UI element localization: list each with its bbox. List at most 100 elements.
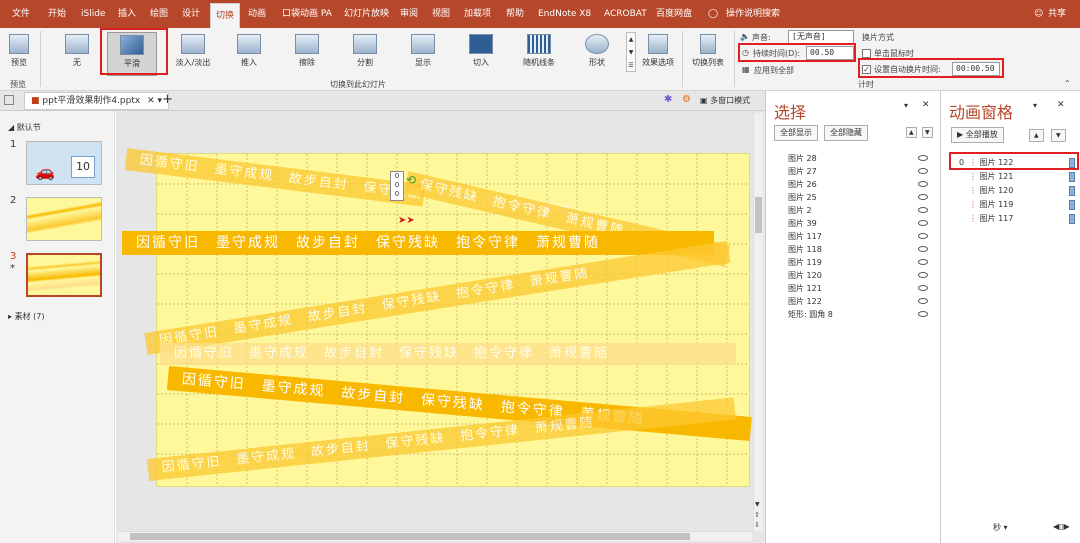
menu-insert[interactable]: 插入 xyxy=(118,0,136,28)
timeline-bar[interactable] xyxy=(1069,172,1075,182)
close-pane-icon[interactable]: ✕ xyxy=(1057,100,1065,110)
menu-draw[interactable]: 绘图 xyxy=(150,0,168,28)
gallery-scroll[interactable]: ▲ ▼ ☰ xyxy=(626,32,636,72)
move-up-icon[interactable]: ▲ xyxy=(1029,129,1044,142)
transition-fade[interactable]: 淡入/淡出 xyxy=(166,32,220,76)
menu-view[interactable]: 视图 xyxy=(432,0,450,28)
sound-select[interactable]: [无声音] xyxy=(788,30,854,44)
timeline-bar[interactable] xyxy=(1069,214,1075,224)
vertical-scrollbar[interactable]: ▼ ⇧ ⇩ xyxy=(753,113,763,531)
menu-help[interactable]: 帮助 xyxy=(506,0,524,28)
animation-markers[interactable]: 0 0 0 xyxy=(390,171,404,201)
scroll-thumb[interactable] xyxy=(755,197,762,233)
eye-icon[interactable] xyxy=(918,272,928,278)
transition-push[interactable]: 推入 xyxy=(224,32,274,76)
eye-icon[interactable] xyxy=(918,168,928,174)
eye-icon[interactable] xyxy=(918,233,928,239)
ribbon-band-3[interactable]: 因循守旧 墨守成规 故步自封 保守残缺 抱令守律 萧规曹随 xyxy=(122,231,714,255)
slide-thumbnail-1[interactable]: 🚗 10 xyxy=(26,141,102,185)
timeline-bar[interactable] xyxy=(1069,186,1075,196)
scroll-down-icon[interactable]: ▼ xyxy=(755,501,760,508)
play-all-button[interactable]: ▶ 全部播放 xyxy=(951,127,1004,143)
slide-thumbnail-2[interactable] xyxy=(26,197,102,241)
section-material[interactable]: ▸ 素材 (7) xyxy=(8,311,44,322)
menu-endnote[interactable]: EndNote X8 xyxy=(538,0,591,28)
transition-random-bars[interactable]: 随机线条 xyxy=(514,32,564,76)
hscroll-thumb[interactable] xyxy=(130,533,690,540)
menu-review[interactable]: 审阅 xyxy=(400,0,418,28)
hide-all-button[interactable]: 全部隐藏 xyxy=(824,125,868,141)
move-down-icon[interactable]: ▼ xyxy=(1051,129,1066,142)
pane-menu-icon[interactable]: ▾ xyxy=(1033,101,1037,110)
ribbon-band-5[interactable]: 因循守旧 墨守成规 故步自封 保守残缺 抱令守律 萧规曹随 xyxy=(160,343,736,365)
eye-icon[interactable] xyxy=(918,207,928,213)
selection-item[interactable]: 图片 122 xyxy=(788,296,928,308)
show-all-button[interactable]: 全部显示 xyxy=(774,125,818,141)
selection-item[interactable]: 图片 25 xyxy=(788,192,928,204)
transition-reveal[interactable]: 显示 xyxy=(398,32,448,76)
menu-islide[interactable]: iSlide xyxy=(81,0,105,28)
selection-item[interactable]: 图片 27 xyxy=(788,166,928,178)
pane-menu-icon[interactable]: ▾ xyxy=(904,101,908,110)
transition-none[interactable]: 无 xyxy=(52,32,102,76)
bring-forward-icon[interactable]: ▲ xyxy=(906,127,917,138)
apply-all-button[interactable]: 应用到全部 xyxy=(754,65,794,76)
horizontal-scrollbar[interactable] xyxy=(118,531,752,541)
share-button[interactable]: 共享 xyxy=(1048,0,1066,28)
menu-home[interactable]: 开始 xyxy=(48,0,66,28)
transition-wipe[interactable]: 擦除 xyxy=(282,32,332,76)
seconds-dropdown[interactable]: 秒 ▾ xyxy=(993,522,1008,533)
menu-baidu[interactable]: 百度网盘 xyxy=(656,0,692,28)
collapse-ribbon-icon[interactable]: ⌃ xyxy=(1064,79,1071,88)
menu-animations[interactable]: 动画 xyxy=(248,0,266,28)
zoom-timeline-icon[interactable]: ◀▯▶ xyxy=(1053,522,1070,531)
effect-options-button[interactable]: 效果选项 xyxy=(638,32,678,76)
eye-icon[interactable] xyxy=(918,220,928,226)
selection-item[interactable]: 图片 39 xyxy=(788,218,928,230)
gear-icon[interactable]: ⚙ xyxy=(682,94,691,105)
menu-design[interactable]: 设计 xyxy=(182,0,200,28)
menu-file[interactable]: 文件 xyxy=(12,0,30,28)
selection-item[interactable]: 图片 121 xyxy=(788,283,928,295)
eye-icon[interactable] xyxy=(918,298,928,304)
selection-item[interactable]: 图片 118 xyxy=(788,244,928,256)
transition-shape[interactable]: 形状 xyxy=(572,32,622,76)
selection-item[interactable]: 图片 2 xyxy=(788,205,928,217)
eye-icon[interactable] xyxy=(918,285,928,291)
eye-icon[interactable] xyxy=(918,259,928,265)
document-tab[interactable]: ■ ppt平滑效果制作4.pptx ✕ ▾ xyxy=(24,92,170,110)
slide-thumbnail-3[interactable] xyxy=(26,253,102,297)
selection-item[interactable]: 图片 28 xyxy=(788,153,928,165)
transition-cut[interactable]: 切入 xyxy=(456,32,506,76)
selection-item[interactable]: 图片 26 xyxy=(788,179,928,191)
close-pane-icon[interactable]: ✕ xyxy=(922,100,930,110)
selection-item[interactable]: 图片 119 xyxy=(788,257,928,269)
selection-item[interactable]: 图片 120 xyxy=(788,270,928,282)
menu-transitions[interactable]: 切换 xyxy=(210,3,241,28)
eye-icon[interactable] xyxy=(918,311,928,317)
selection-item[interactable]: 矩形: 圆角 8 xyxy=(788,309,928,321)
section-default[interactable]: ◢ 默认节 xyxy=(8,122,41,133)
transition-split[interactable]: 分割 xyxy=(340,32,390,76)
send-backward-icon[interactable]: ▼ xyxy=(922,127,933,138)
next-slide-icon[interactable]: ⇩ xyxy=(754,521,760,529)
menu-addins[interactable]: 加载项 xyxy=(464,0,491,28)
animation-item[interactable]: ⋮ 图片 117 xyxy=(969,213,1079,225)
eye-icon[interactable] xyxy=(918,155,928,161)
add-tab-icon[interactable]: + xyxy=(162,92,173,107)
selection-item[interactable]: 图片 117 xyxy=(788,231,928,243)
multi-window-button[interactable]: ▣ 多窗口模式 xyxy=(700,95,750,106)
close-tab-icon[interactable]: ✕ xyxy=(147,96,155,106)
search-tell-me[interactable]: 操作说明搜索 xyxy=(726,0,780,28)
animation-item[interactable]: ⋮ 图片 119 xyxy=(969,199,1079,211)
animation-item[interactable]: ⋮ 图片 121 xyxy=(969,171,1079,183)
eye-icon[interactable] xyxy=(918,194,928,200)
menu-acrobat[interactable]: ACROBAT xyxy=(604,0,647,28)
eye-icon[interactable] xyxy=(918,181,928,187)
animation-item[interactable]: ⋮ 图片 120 xyxy=(969,185,1079,197)
puzzle-icon[interactable]: ✱ xyxy=(664,94,672,105)
eye-icon[interactable] xyxy=(918,246,928,252)
menu-pocket-animation[interactable]: 口袋动画 PA xyxy=(282,0,332,28)
menu-slideshow[interactable]: 幻灯片放映 xyxy=(344,0,389,28)
timeline-bar[interactable] xyxy=(1069,200,1075,210)
